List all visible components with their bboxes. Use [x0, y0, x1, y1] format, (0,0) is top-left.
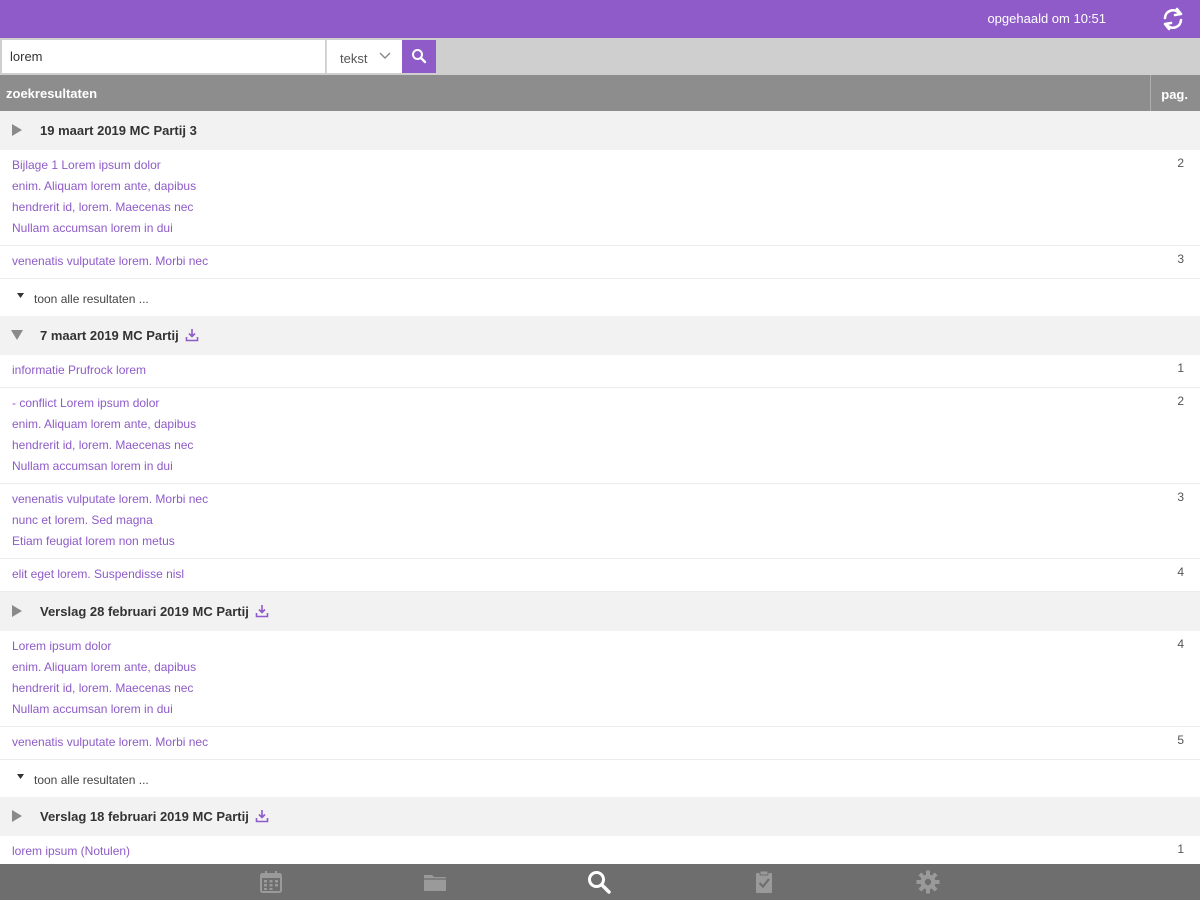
result-row[interactable]: - conflict Lorem ipsum dolor enim. Aliqua…: [0, 388, 1200, 484]
result-group-title: 19 maart 2019 MC Partij 3: [40, 123, 197, 138]
download-icon[interactable]: [255, 809, 269, 823]
result-row[interactable]: lorem ipsum (Notulen) 1: [0, 836, 1200, 864]
download-icon[interactable]: [185, 328, 199, 342]
result-snippet-line[interactable]: hendrerit id, lorem. Maecenas nec: [12, 678, 1188, 699]
gear-icon[interactable]: [915, 869, 941, 895]
result-snippet-line[interactable]: enim. Aliquam lorem ante, dapibus: [12, 414, 1188, 435]
result-page-number: 4: [1177, 637, 1184, 651]
result-row[interactable]: elit eget lorem. Suspendisse nisl 4: [0, 559, 1200, 592]
result-group-title: Verslag 28 februari 2019 MC Partij: [40, 604, 269, 619]
result-group-title-text: 19 maart 2019 MC Partij 3: [40, 123, 197, 138]
result-page-number: 1: [1177, 361, 1184, 375]
result-snippet-line[interactable]: Nullam accumsan lorem in dui: [12, 699, 1188, 720]
chevron-down-icon: [379, 52, 391, 59]
result-snippet-line[interactable]: Lorem ipsum dolor: [12, 636, 1188, 657]
result-page-number: 2: [1177, 394, 1184, 408]
result-snippet-line[interactable]: venenatis vulputate lorem. Morbi nec: [12, 732, 1188, 753]
result-snippet-line[interactable]: enim. Aliquam lorem ante, dapibus: [12, 176, 1188, 197]
result-snippet-line[interactable]: Nullam accumsan lorem in dui: [12, 456, 1188, 477]
caret-down-icon: [17, 774, 24, 779]
result-group-header[interactable]: 19 maart 2019 MC Partij 3: [0, 111, 1200, 150]
search-type-select[interactable]: tekst: [326, 40, 402, 73]
result-group-header[interactable]: 7 maart 2019 MC Partij: [0, 316, 1200, 355]
clipboard-check-icon[interactable]: [751, 869, 777, 895]
search-bar: tekst: [0, 38, 1200, 75]
result-snippet-line[interactable]: informatie Prufrock lorem: [12, 360, 1188, 381]
column-divider: [1150, 75, 1151, 111]
result-snippet-line[interactable]: elit eget lorem. Suspendisse nisl: [12, 564, 1188, 585]
calendar-icon[interactable]: [258, 869, 284, 895]
result-group-header[interactable]: Verslag 18 februari 2019 MC Partij: [0, 797, 1200, 836]
result-page-number: 2: [1177, 156, 1184, 170]
top-bar: opgehaald om 10:51: [0, 0, 1200, 38]
show-all-results-label: toon alle resultaten ...: [34, 773, 149, 787]
result-row[interactable]: venenatis vulputate lorem. Morbi nec 5: [0, 727, 1200, 760]
result-snippet-line[interactable]: Nullam accumsan lorem in dui: [12, 218, 1188, 239]
search-button[interactable]: [402, 40, 436, 73]
search-results-list: 19 maart 2019 MC Partij 3 Bijlage 1 Lorem…: [0, 111, 1200, 864]
expand-arrow-icon[interactable]: [10, 604, 24, 618]
result-snippet-line[interactable]: enim. Aliquam lorem ante, dapibus: [12, 657, 1188, 678]
results-column-header: zoekresultaten pag.: [0, 75, 1200, 111]
refresh-icon[interactable]: [1158, 5, 1188, 33]
result-row[interactable]: Bijlage 1 Lorem ipsum dolor enim. Aliquam…: [0, 150, 1200, 246]
search-type-label: tekst: [340, 51, 368, 66]
result-snippet-line[interactable]: venenatis vulputate lorem. Morbi nec: [12, 489, 1188, 510]
result-snippet-line[interactable]: lorem ipsum (Notulen): [12, 841, 1188, 862]
result-snippet-line[interactable]: - conflict Lorem ipsum dolor: [12, 393, 1188, 414]
result-snippet-line[interactable]: nunc et lorem. Sed magna: [12, 510, 1188, 531]
folder-icon[interactable]: [422, 869, 448, 895]
result-group-title-text: Verslag 28 februari 2019 MC Partij: [40, 604, 249, 619]
result-group-title-text: 7 maart 2019 MC Partij: [40, 328, 179, 343]
result-group-title: Verslag 18 februari 2019 MC Partij: [40, 809, 269, 824]
show-all-results-link[interactable]: toon alle resultaten ...: [0, 760, 1200, 797]
result-snippet-line[interactable]: venenatis vulputate lorem. Morbi nec: [12, 251, 1188, 272]
result-group-title-text: Verslag 18 februari 2019 MC Partij: [40, 809, 249, 824]
result-row[interactable]: venenatis vulputate lorem. Morbi nec 3: [0, 246, 1200, 279]
result-row[interactable]: informatie Prufrock lorem 1: [0, 355, 1200, 388]
fetched-time: opgehaald om 10:51: [987, 11, 1106, 26]
caret-down-icon: [17, 293, 24, 298]
show-all-results-link[interactable]: toon alle resultaten ...: [0, 279, 1200, 316]
result-page-number: 5: [1177, 733, 1184, 747]
results-column-label: zoekresultaten: [6, 86, 98, 101]
result-snippet-line[interactable]: hendrerit id, lorem. Maecenas nec: [12, 435, 1188, 456]
show-all-results-label: toon alle resultaten ...: [34, 292, 149, 306]
result-group-title: 7 maart 2019 MC Partij: [40, 328, 199, 343]
result-snippet-line[interactable]: Bijlage 1 Lorem ipsum dolor: [12, 155, 1188, 176]
download-icon[interactable]: [255, 604, 269, 618]
result-page-number: 1: [1177, 842, 1184, 856]
search-icon[interactable]: [586, 869, 612, 895]
expand-arrow-icon[interactable]: [10, 809, 24, 823]
expand-arrow-icon[interactable]: [10, 328, 24, 342]
search-icon: [412, 49, 427, 64]
result-page-number: 4: [1177, 565, 1184, 579]
page-column-label: pag.: [1161, 87, 1188, 102]
result-snippet-line[interactable]: hendrerit id, lorem. Maecenas nec: [12, 197, 1188, 218]
result-row[interactable]: venenatis vulputate lorem. Morbi nec nunc…: [0, 484, 1200, 559]
result-page-number: 3: [1177, 252, 1184, 266]
result-page-number: 3: [1177, 490, 1184, 504]
result-snippet-line[interactable]: Etiam feugiat lorem non metus: [12, 531, 1188, 552]
search-input[interactable]: [2, 40, 325, 73]
result-row[interactable]: Lorem ipsum dolor enim. Aliquam lorem ant…: [0, 631, 1200, 727]
bottom-tab-bar: [0, 864, 1200, 900]
expand-arrow-icon[interactable]: [10, 123, 24, 137]
result-group-header[interactable]: Verslag 28 februari 2019 MC Partij: [0, 592, 1200, 631]
